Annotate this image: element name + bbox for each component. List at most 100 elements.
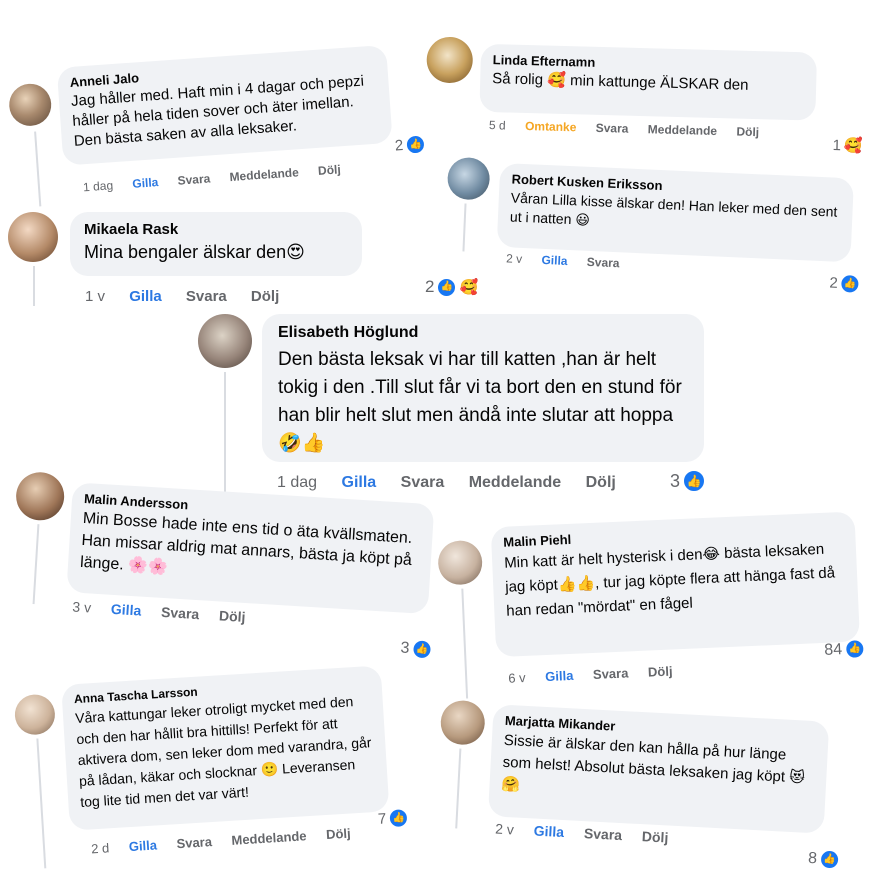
hide-button[interactable]: Dölj (648, 664, 673, 680)
comment-actions: 1 v Gilla Svara Dölj (85, 288, 295, 305)
reaction-summary[interactable]: 2 👍 🥰 (425, 277, 478, 297)
hide-button[interactable]: Dölj (586, 474, 616, 491)
like-button[interactable]: Gilla (545, 668, 574, 684)
reply-button[interactable]: Svara (584, 825, 623, 843)
reply-button[interactable]: Svara (186, 288, 227, 305)
comment-time[interactable]: 1 dag (83, 178, 114, 194)
comment-time[interactable]: 2 v (506, 251, 523, 266)
thread-line (36, 738, 47, 869)
comment-time[interactable]: 3 v (72, 598, 92, 615)
reaction-summary[interactable]: 84 👍 (824, 639, 865, 660)
like-button[interactable]: Gilla (132, 175, 159, 191)
comment-text: Sissie är älskar den kan hålla på hur lä… (501, 731, 806, 794)
comment-actions: 5 d Omtanke Svara Meddelande Dölj (489, 118, 775, 139)
hide-button[interactable]: Dölj (736, 125, 759, 140)
like-button[interactable]: Gilla (541, 253, 568, 268)
comment-actions: 1 dag Gilla Svara Meddelande Dölj (277, 474, 632, 492)
commenter-name[interactable]: Elisabeth Höglund (278, 324, 688, 342)
message-button[interactable]: Meddelande (469, 474, 561, 491)
thumbs-up-icon: 👍 (840, 273, 861, 294)
comment-time[interactable]: 1 v (85, 288, 105, 305)
comment-time[interactable]: 1 dag (277, 474, 317, 491)
comment-actions: 6 v Gilla Svara Dölj (508, 663, 689, 686)
like-button[interactable]: Gilla (342, 474, 377, 491)
reaction-summary[interactable]: 2 👍 (829, 273, 861, 294)
comment-text: Min katt är helt hysterisk i den😂 bästa … (503, 540, 836, 620)
like-button[interactable]: Gilla (129, 288, 162, 305)
avatar[interactable] (198, 314, 252, 368)
reaction-count: 2 (425, 277, 435, 296)
thread-line (224, 372, 226, 497)
avatar[interactable] (7, 82, 53, 128)
reply-button[interactable]: Svara (177, 171, 211, 187)
thumbs-up-icon: 👍 (388, 808, 409, 829)
comment-bubble: Elisabeth Höglund Den bästa leksak vi ha… (262, 314, 704, 462)
reaction-count: 3 (670, 470, 681, 491)
like-button[interactable]: Gilla (533, 823, 564, 841)
reaction-count: 3 (400, 639, 410, 657)
comment-bubble: Anneli Jalo Jag håller med. Haft min i 4… (56, 44, 393, 166)
commenter-name[interactable]: Mikaela Rask (84, 221, 348, 238)
avatar[interactable] (8, 212, 58, 262)
care-button[interactable]: Omtanke (525, 119, 577, 134)
comment-actions: 3 v Gilla Svara Dölj (72, 598, 262, 626)
reaction-count: 2 (394, 136, 404, 155)
comment-time[interactable]: 5 d (489, 118, 506, 132)
reaction-summary[interactable]: 2 👍 (394, 134, 426, 155)
comment-time[interactable]: 6 v (508, 670, 526, 686)
message-button[interactable]: Meddelande (231, 828, 307, 848)
hide-button[interactable]: Dölj (251, 288, 279, 305)
message-button[interactable]: Meddelande (229, 165, 299, 184)
reaction-count: 1 (832, 137, 842, 155)
hide-button[interactable]: Dölj (326, 826, 351, 842)
reaction-summary[interactable]: 3 👍 (400, 639, 432, 660)
thread-line (33, 266, 35, 306)
hide-button[interactable]: Dölj (219, 607, 246, 625)
reaction-summary[interactable]: 3 👍 (670, 470, 706, 492)
thumbs-up-icon: 👍 (437, 277, 457, 297)
avatar[interactable] (446, 156, 491, 201)
thumbs-up-icon: 👍 (411, 639, 432, 660)
reply-button[interactable]: Svara (596, 121, 629, 136)
comment-actions: 1 dag Gilla Svara Meddelande Dölj (83, 161, 357, 194)
comment-bubble: Malin Piehl Min katt är helt hysterisk i… (490, 511, 860, 658)
reaction-summary[interactable]: 1 🥰 (832, 137, 862, 155)
reply-button[interactable]: Svara (593, 665, 629, 682)
care-emoji-icon: 🥰 (843, 137, 863, 155)
thumbs-up-icon: 👍 (844, 639, 865, 659)
avatar[interactable] (426, 36, 474, 84)
comment-time[interactable]: 2 v (495, 821, 514, 838)
comment-text: Mina bengaler älskar den😍 (84, 242, 305, 262)
avatar[interactable] (439, 699, 486, 746)
comment-actions: 2 d Gilla Svara Meddelande Dölj (91, 825, 367, 857)
comment-actions: 2 v Gilla Svara (506, 251, 636, 271)
reaction-summary[interactable]: 7 👍 (377, 808, 409, 829)
avatar[interactable] (13, 693, 57, 736)
comment-text: Den bästa leksak vi har till katten ,han… (278, 349, 682, 454)
reply-button[interactable]: Svara (401, 474, 445, 491)
reaction-count: 8 (807, 849, 818, 867)
like-button[interactable]: Gilla (128, 837, 157, 854)
comment-time[interactable]: 2 d (91, 840, 110, 856)
comment-bubble: Linda Efternamn Så rolig 🥰 min kattunge … (479, 43, 818, 121)
message-button[interactable]: Meddelande (648, 122, 718, 138)
like-button[interactable]: Gilla (110, 601, 141, 619)
reply-button[interactable]: Svara (161, 604, 200, 622)
avatar[interactable] (14, 470, 66, 522)
comment-bubble: Marjatta Mikander Sissie är älskar den k… (487, 704, 830, 834)
comment-bubble: Robert Kusken Eriksson Våran Lilla kisse… (496, 162, 854, 263)
reaction-count: 2 (829, 274, 839, 292)
reaction-summary[interactable]: 8 👍 (808, 849, 840, 870)
reply-button[interactable]: Svara (587, 255, 620, 270)
comment-bubble: Mikaela Rask Mina bengaler älskar den😍 (70, 212, 362, 276)
thread-line (462, 203, 467, 252)
care-emoji-icon: 🥰 (459, 278, 479, 296)
comment-text: Våra kattungar leker otroligt mycket med… (74, 693, 372, 810)
avatar[interactable] (437, 539, 484, 586)
comment-bubble: Anna Tascha Larsson Våra kattungar leker… (61, 665, 390, 831)
reply-button[interactable]: Svara (176, 834, 212, 851)
hide-button[interactable]: Dölj (318, 162, 342, 178)
thread-line (32, 524, 40, 605)
reaction-count: 84 (823, 640, 843, 659)
hide-button[interactable]: Dölj (642, 828, 669, 845)
